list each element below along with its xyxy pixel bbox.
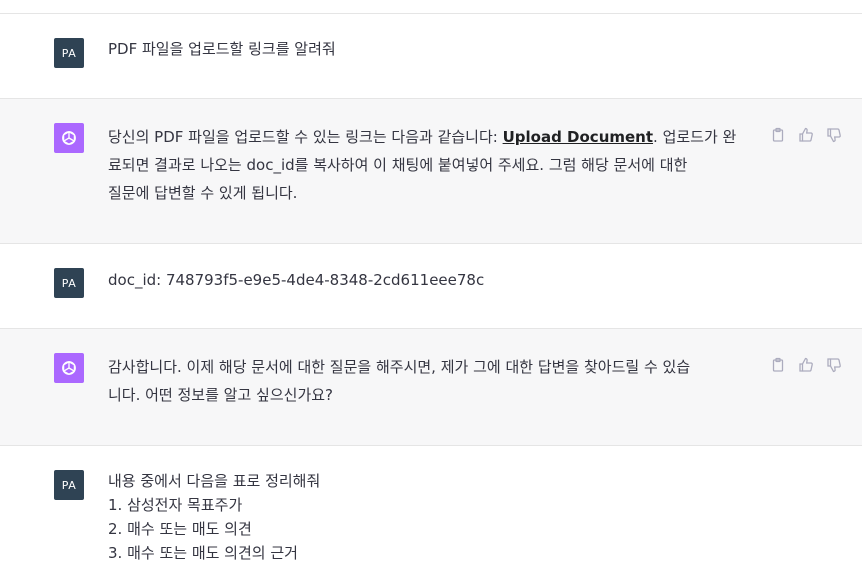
assistant-message-text: 당신의 PDF 파일을 업로드할 수 있는 링크는 다음과 같습니다: Uplo… xyxy=(108,123,758,207)
openai-logo-icon xyxy=(54,123,84,153)
user-message-text: 내용 중에서 다음을 표로 정리해줘 1. 삼성전자 목표주가 2. 매수 또는… xyxy=(108,469,758,565)
text-fragment: . 업로드가 완 xyxy=(653,128,737,146)
thumbs-up-icon[interactable] xyxy=(798,357,814,373)
clipboard-icon[interactable] xyxy=(770,127,786,143)
user-avatar: PA xyxy=(54,38,84,68)
message-row-user-2: PA doc_id: 748793f5-e9e5-4de4-8348-2cd61… xyxy=(0,244,862,329)
user-avatar: PA xyxy=(54,470,84,500)
message-line: 내용 중에서 다음을 표로 정리해줘 xyxy=(108,472,321,490)
message-line: 당신의 PDF 파일을 업로드할 수 있는 링크는 다음과 같습니다: Uplo… xyxy=(108,123,758,151)
thumbs-down-icon[interactable] xyxy=(826,127,842,143)
message-actions xyxy=(770,357,842,373)
user-message-text: PDF 파일을 업로드할 링크를 알려줘 xyxy=(108,37,758,61)
message-line: 2. 매수 또는 매도 의견 xyxy=(108,520,252,538)
message-row-user-3: PA 내용 중에서 다음을 표로 정리해줘 1. 삼성전자 목표주가 2. 매수… xyxy=(0,446,862,585)
upload-document-link[interactable]: Upload Document xyxy=(503,128,653,146)
text-fragment: 당신의 PDF 파일을 업로드할 수 있는 링크는 다음과 같습니다: xyxy=(108,128,503,146)
message-actions xyxy=(770,127,842,143)
message-line: PDF 파일을 업로드할 링크를 알려줘 xyxy=(108,40,336,58)
top-row-edge xyxy=(0,0,862,14)
message-line: 감사합니다. 이제 해당 문서에 대한 질문을 해주시면, 제가 그에 대한 답… xyxy=(108,358,691,376)
message-line: 질문에 답변할 수 있게 됩니다. xyxy=(108,184,298,202)
message-row-assistant-1: 당신의 PDF 파일을 업로드할 수 있는 링크는 다음과 같습니다: Uplo… xyxy=(0,99,862,244)
message-line: 3. 매수 또는 매도 의견의 근거 xyxy=(108,544,298,562)
user-initials: PA xyxy=(61,478,77,492)
message-line: 니다. 어떤 정보를 알고 싶으신가요? xyxy=(108,386,334,404)
assistant-message-text: 감사합니다. 이제 해당 문서에 대한 질문을 해주시면, 제가 그에 대한 답… xyxy=(108,353,758,409)
thumbs-down-icon[interactable] xyxy=(826,357,842,373)
thumbs-up-icon[interactable] xyxy=(798,127,814,143)
user-avatar: PA xyxy=(54,268,84,298)
message-line: doc_id: 748793f5-e9e5-4de4-8348-2cd611ee… xyxy=(108,271,485,289)
message-row-user-1: PA PDF 파일을 업로드할 링크를 알려줘 xyxy=(0,14,862,99)
user-message-text: doc_id: 748793f5-e9e5-4de4-8348-2cd611ee… xyxy=(108,268,758,292)
openai-logo-icon xyxy=(54,353,84,383)
message-row-assistant-2: 감사합니다. 이제 해당 문서에 대한 질문을 해주시면, 제가 그에 대한 답… xyxy=(0,329,862,446)
clipboard-icon[interactable] xyxy=(770,357,786,373)
user-initials: PA xyxy=(61,46,77,60)
message-line: 료되면 결과로 나오는 doc_id를 복사하여 이 채팅에 붙여넣어 주세요.… xyxy=(108,156,688,174)
user-initials: PA xyxy=(61,276,77,290)
message-line: 1. 삼성전자 목표주가 xyxy=(108,496,243,514)
